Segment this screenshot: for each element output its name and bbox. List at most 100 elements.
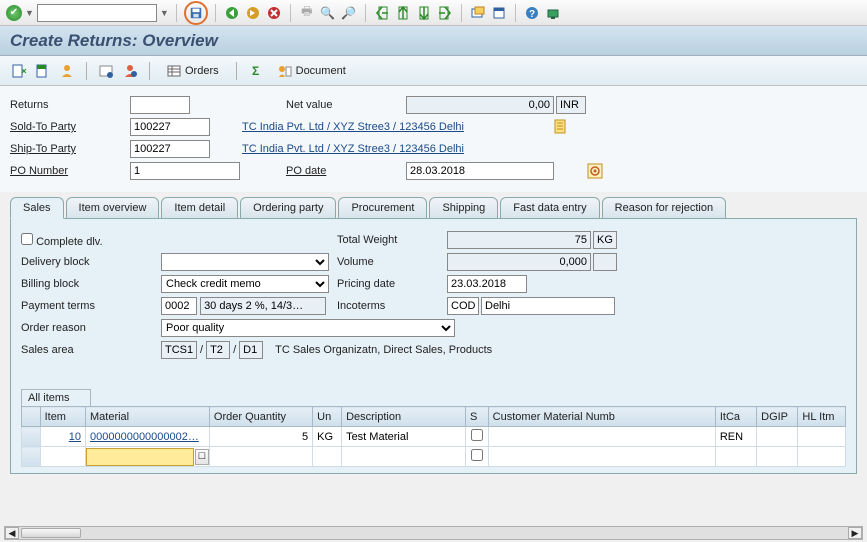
tab-ordering-party[interactable]: Ordering party — [240, 197, 336, 219]
material-input-focused[interactable] — [87, 449, 193, 465]
shipto-link[interactable]: TC India Pvt. Ltd / XYZ Stree3 / 123456 … — [242, 143, 552, 155]
col-itca[interactable]: ItCa — [715, 407, 756, 427]
material-link[interactable]: 0000000000000002… — [90, 431, 199, 443]
col-material[interactable]: Material — [86, 407, 210, 427]
tab-item-detail[interactable]: Item detail — [161, 197, 238, 219]
layout-icon[interactable] — [544, 4, 562, 22]
row-selector[interactable] — [22, 427, 41, 447]
ponum-field[interactable] — [130, 162, 240, 180]
row-selector[interactable] — [22, 447, 41, 467]
separator — [515, 4, 516, 22]
separator — [149, 62, 150, 80]
s-checkbox[interactable] — [471, 449, 483, 461]
desc-input[interactable] — [346, 431, 461, 443]
document-button[interactable]: Document — [271, 62, 353, 80]
shipto-field[interactable] — [130, 140, 210, 158]
pricing-date-field[interactable] — [447, 275, 527, 293]
billing-block-label: Billing block — [21, 278, 161, 290]
ponum-label[interactable]: PO Number — [10, 165, 130, 177]
back-icon[interactable] — [223, 4, 241, 22]
enter-icon[interactable]: ✔ — [6, 5, 22, 21]
tab-procurement[interactable]: Procurement — [338, 197, 427, 219]
tab-item-overview[interactable]: Item overview — [66, 197, 160, 219]
hl-input[interactable] — [802, 431, 841, 443]
soldto-label[interactable]: Sold-To Party — [10, 121, 130, 133]
f4-help-icon[interactable]: ☐ — [195, 449, 209, 465]
display-doc-icon[interactable] — [10, 62, 28, 80]
config-icon[interactable] — [121, 62, 139, 80]
all-items-title: All items — [21, 389, 91, 406]
sum-icon[interactable]: Σ — [247, 62, 265, 80]
soldto-link[interactable]: TC India Pvt. Ltd / XYZ Stree3 / 123456 … — [242, 121, 552, 133]
horizontal-scrollbar[interactable]: ◀ ▶ — [4, 526, 863, 540]
dgip-input[interactable] — [761, 451, 793, 463]
scroll-right-icon[interactable]: ▶ — [848, 527, 862, 539]
qty-input[interactable] — [214, 451, 308, 463]
order-reason-select[interactable]: Poor quality — [161, 319, 455, 337]
new-session-icon[interactable] — [469, 4, 487, 22]
hl-input[interactable] — [802, 451, 841, 463]
col-description[interactable]: Description — [342, 407, 466, 427]
total-weight-unit — [593, 231, 617, 249]
scroll-left-icon[interactable]: ◀ — [5, 527, 19, 539]
order-reason-label: Order reason — [21, 322, 161, 334]
save-button[interactable] — [184, 1, 208, 25]
item-input[interactable] — [45, 451, 81, 463]
partner-icon[interactable] — [58, 62, 76, 80]
podate-label[interactable]: PO date — [286, 165, 406, 177]
itca-input[interactable] — [720, 431, 752, 443]
exit-icon[interactable] — [244, 4, 262, 22]
svg-text:?: ? — [529, 9, 535, 20]
po-config-icon[interactable] — [586, 162, 604, 180]
payment-terms-code[interactable] — [161, 297, 197, 315]
last-page-icon[interactable] — [436, 4, 454, 22]
complete-dlv-checkbox[interactable] — [21, 233, 33, 245]
col-unit[interactable]: Un — [313, 407, 342, 427]
delivery-block-label: Delivery block — [21, 256, 161, 268]
help-icon[interactable]: ? — [523, 4, 541, 22]
custmat-input[interactable] — [493, 451, 711, 463]
col-hl-itm[interactable]: HL Itm — [798, 407, 846, 427]
incoterms-text[interactable] — [481, 297, 615, 315]
tab-reason-rejection[interactable]: Reason for rejection — [602, 197, 726, 219]
tab-sales[interactable]: Sales — [10, 197, 64, 219]
col-s[interactable]: S — [465, 407, 488, 427]
orders-button[interactable]: Orders — [160, 62, 226, 80]
table-row: ☐ — [22, 447, 846, 467]
qty-input[interactable] — [214, 431, 308, 443]
propose-items-icon[interactable] — [97, 62, 115, 80]
prev-page-icon[interactable] — [394, 4, 412, 22]
display-header-icon[interactable] — [34, 62, 52, 80]
col-order-qty[interactable]: Order Quantity — [209, 407, 312, 427]
scroll-thumb[interactable] — [21, 528, 81, 538]
incoterms-code[interactable] — [447, 297, 479, 315]
row-selector-header[interactable] — [22, 407, 41, 427]
s-checkbox[interactable] — [471, 429, 483, 441]
returns-field[interactable] — [130, 96, 190, 114]
complete-dlv-label: Complete dlv. — [36, 236, 102, 248]
document-icon — [278, 64, 292, 78]
billing-block-select[interactable]: Check credit memo — [161, 275, 329, 293]
shipto-label[interactable]: Ship-To Party — [10, 143, 130, 155]
tab-fast-data-entry[interactable]: Fast data entry — [500, 197, 599, 219]
command-field[interactable] — [37, 4, 157, 22]
unit-input[interactable] — [317, 431, 337, 443]
itca-input[interactable] — [720, 451, 752, 463]
first-page-icon[interactable] — [373, 4, 391, 22]
shortcut-icon[interactable] — [490, 4, 508, 22]
col-item[interactable]: Item — [40, 407, 85, 427]
podate-field[interactable] — [406, 162, 554, 180]
soldto-field[interactable] — [130, 118, 210, 136]
desc-input[interactable] — [346, 451, 461, 463]
dgip-input[interactable] — [761, 431, 793, 443]
unit-input[interactable] — [317, 451, 337, 463]
custmat-input[interactable] — [493, 431, 711, 443]
item-link[interactable]: 10 — [69, 431, 81, 443]
tab-shipping[interactable]: Shipping — [429, 197, 498, 219]
col-dgip[interactable]: DGIP — [757, 407, 798, 427]
soldto-details-icon[interactable] — [552, 118, 570, 136]
next-page-icon[interactable] — [415, 4, 433, 22]
cancel-icon[interactable] — [265, 4, 283, 22]
delivery-block-select[interactable] — [161, 253, 329, 271]
col-customer-mat[interactable]: Customer Material Numb — [488, 407, 715, 427]
